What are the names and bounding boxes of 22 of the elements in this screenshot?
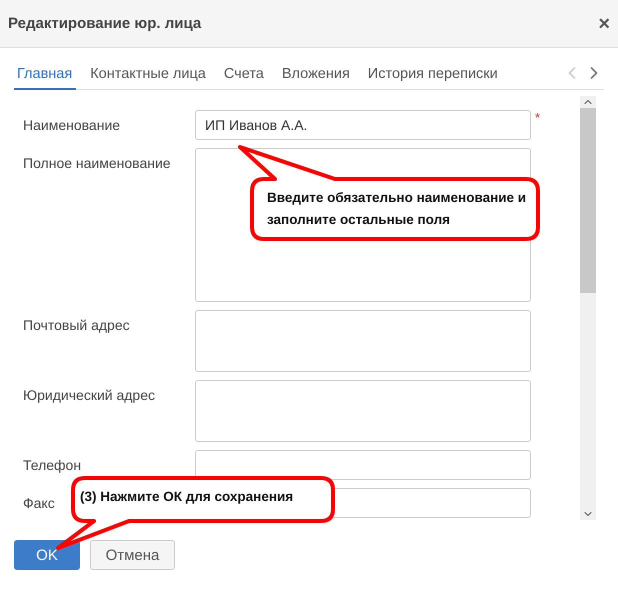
tab[interactable]: История переписки	[364, 66, 502, 90]
tooltip-text: (3) Нажмите ОК для сохранения	[80, 488, 294, 506]
cancel-button[interactable]: Отмена	[90, 540, 175, 570]
field-label: Факс	[23, 494, 55, 511]
ok-button[interactable]: OK	[14, 540, 80, 570]
tab[interactable]: Счета	[220, 66, 268, 90]
tab[interactable]: Главная	[14, 66, 76, 90]
tab[interactable]: Контактные лица	[87, 66, 210, 90]
input-field[interactable]	[195, 450, 531, 480]
input-field[interactable]: ИП Иванов А.А.	[195, 110, 531, 140]
tab[interactable]: Вложения	[278, 66, 354, 90]
field-label: Юридический адрес	[23, 386, 156, 403]
field-label: Полное наименование	[23, 154, 171, 171]
field-label: Телефон	[23, 456, 82, 473]
field-label: Наименование	[23, 116, 120, 133]
tooltip-text: Введите обязательно наименование и заполните остальные поля	[267, 189, 528, 229]
close-button[interactable]: ×	[598, 14, 610, 34]
scrollbar-thumb[interactable]	[580, 108, 596, 293]
window-title: Редактирование юр. лица	[8, 15, 202, 32]
field-label: Почтовый адрес	[23, 316, 130, 333]
scrollbar[interactable]	[580, 96, 596, 520]
required-mark: *	[535, 110, 540, 125]
